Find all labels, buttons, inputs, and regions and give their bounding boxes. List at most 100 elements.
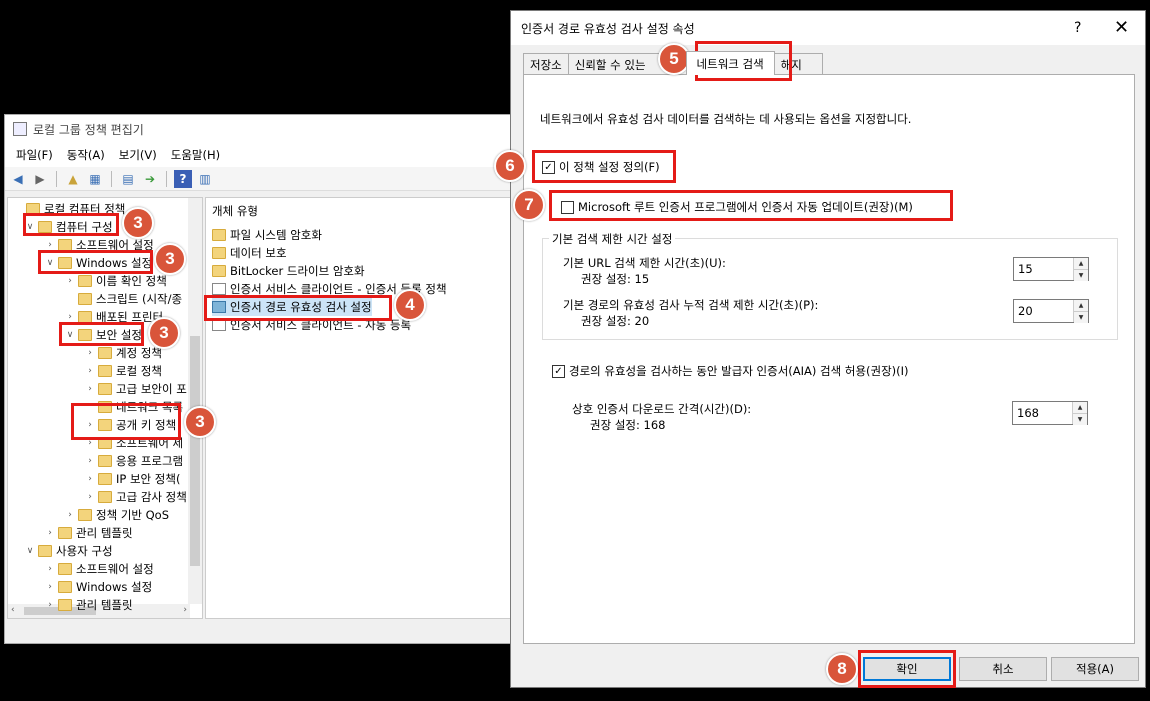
expand-right-icon[interactable]: › (44, 240, 56, 250)
tree-item[interactable]: › 공개 키 정책 (84, 416, 176, 434)
tree-item[interactable]: › 계정 정책 (84, 344, 162, 362)
checkbox-box[interactable]: ✓ (552, 364, 565, 378)
spin-down-icon[interactable]: ▼ (1074, 312, 1088, 323)
expand-right-icon[interactable]: › (84, 456, 96, 466)
tab-revocation[interactable]: 해지 (773, 53, 823, 75)
spin-down-icon[interactable]: ▼ (1074, 270, 1088, 281)
expand-right-icon[interactable]: › (84, 366, 96, 376)
folder-icon (212, 229, 226, 241)
folder-icon (26, 203, 40, 215)
tree-item[interactable]: 로컬 컴퓨터 정책 (12, 200, 125, 218)
tree-item[interactable]: › 소프트웨어 설정 (44, 560, 154, 578)
spinner-arrows[interactable]: ▲ ▼ (1072, 402, 1087, 425)
expand-right-icon[interactable]: › (64, 510, 76, 520)
scroll-left-icon[interactable]: ‹ (11, 605, 15, 615)
expand-right-icon[interactable]: › (44, 528, 56, 538)
expand-right-icon[interactable]: › (84, 420, 96, 430)
expand-right-icon[interactable]: › (44, 582, 56, 592)
cross-cert-spinner[interactable]: 168 ▲ ▼ (1012, 401, 1088, 425)
tree-item[interactable]: ∨ Windows 설정 (44, 254, 152, 272)
tree-item[interactable]: ∨ 컴퓨터 구성 (24, 218, 113, 236)
expand-down-icon[interactable]: ∨ (44, 258, 56, 268)
list-item[interactable]: 인증서 서비스 클라이언트 - 자동 등록 (212, 316, 411, 334)
expand-down-icon[interactable]: ∨ (24, 222, 36, 232)
help-icon[interactable]: ? (174, 169, 192, 188)
spinner-arrows[interactable]: ▲ ▼ (1073, 258, 1088, 281)
tree-item-label: 공개 키 정책 (116, 418, 177, 432)
tree-item[interactable]: › 고급 감사 정책 (84, 488, 187, 506)
path-timeout-value[interactable]: 20 (1014, 300, 1073, 322)
expand-right-icon[interactable]: › (84, 474, 96, 484)
export-list-icon[interactable]: ➔ (141, 170, 159, 188)
scroll-right-icon[interactable]: › (183, 605, 187, 615)
scroll-thumb[interactable] (190, 336, 200, 566)
apply-button[interactable]: 적용(A) (1051, 657, 1139, 681)
tree-item[interactable]: › 고급 보안이 포 (84, 380, 187, 398)
expand-right-icon[interactable]: › (84, 438, 96, 448)
expand-right-icon[interactable]: › (84, 348, 96, 358)
tree-item[interactable]: › 응용 프로그램 (84, 452, 183, 470)
expand-right-icon[interactable]: › (64, 312, 76, 322)
help-button[interactable]: ? (1074, 20, 1081, 36)
ms-root-update-checkbox[interactable]: Microsoft 루트 인증서 프로그램에서 인증서 자동 업데이트(권장)(… (561, 199, 913, 215)
tree-item[interactable]: › 관리 템플릿 (44, 596, 132, 614)
close-icon[interactable]: ✕ (1114, 17, 1129, 38)
forward-arrow-icon[interactable]: ▶ (31, 170, 49, 188)
ok-button[interactable]: 확인 (863, 657, 951, 681)
expand-down-icon[interactable]: ∨ (64, 330, 76, 340)
expand-right-icon[interactable]: › (44, 564, 56, 574)
cancel-button[interactable]: 취소 (959, 657, 1047, 681)
expand-right-icon[interactable]: › (44, 600, 56, 610)
spin-up-icon[interactable]: ▲ (1073, 402, 1087, 414)
define-policy-checkbox[interactable]: ✓ 이 정책 설정 정의(F) (542, 159, 660, 175)
tree-vertical-scrollbar[interactable] (188, 198, 202, 604)
menu-file[interactable]: 파일(F) (9, 147, 60, 163)
expand-right-icon[interactable]: › (84, 492, 96, 502)
properties-icon[interactable]: ▤ (119, 170, 137, 188)
step-badge: 4 (394, 289, 426, 321)
tab-network-retrieval[interactable]: 네트워크 검색 (685, 51, 775, 75)
spinner-arrows[interactable]: ▲ ▼ (1073, 300, 1088, 323)
back-arrow-icon[interactable]: ◀ (9, 170, 27, 188)
tree-item[interactable]: › 소프트웨어 제 (84, 434, 183, 452)
expand-right-icon[interactable]: › (84, 384, 96, 394)
toolbar-divider (56, 170, 57, 187)
tree-item[interactable]: 네트워크 목록 (84, 398, 183, 416)
menu-view[interactable]: 보기(V) (112, 147, 164, 163)
expand-right-icon[interactable]: › (64, 276, 76, 286)
url-timeout-spinner[interactable]: 15 ▲ ▼ (1013, 257, 1089, 281)
list-item[interactable]: 파일 시스템 암호화 (212, 226, 322, 244)
tree-item[interactable]: 스크립트 (시작/종 (64, 290, 182, 308)
menu-action[interactable]: 동작(A) (60, 147, 112, 163)
tree-item[interactable]: › 배포된 프린터 (64, 308, 163, 326)
spin-down-icon[interactable]: ▼ (1073, 414, 1087, 425)
tree-item[interactable]: › 이름 확인 정책 (64, 272, 167, 290)
list-pane[interactable]: 개체 유형 파일 시스템 암호화 데이터 보호 BitLocker 드라이브 암호화… (205, 197, 525, 619)
tree-item[interactable]: › Windows 설정 (44, 578, 152, 596)
tree-item[interactable]: ∨ 사용자 구성 (24, 542, 113, 560)
list-item[interactable]: 인증서 경로 유효성 검사 설정 (212, 298, 372, 316)
up-folder-icon[interactable]: ▲ (64, 170, 82, 188)
tree-item[interactable]: ∨ 보안 설정 (64, 326, 142, 344)
spin-up-icon[interactable]: ▲ (1074, 258, 1088, 270)
expand-down-icon[interactable]: ∨ (24, 546, 36, 556)
spin-up-icon[interactable]: ▲ (1074, 300, 1088, 312)
list-item[interactable]: 데이터 보호 (212, 244, 287, 262)
list-item[interactable]: BitLocker 드라이브 암호화 (212, 262, 365, 280)
tab-store[interactable]: 저장소 (523, 53, 569, 75)
aia-checkbox[interactable]: ✓ 경로의 유효성을 검사하는 동안 발급자 인증서(AIA) 검색 허용(권장… (552, 363, 909, 379)
cross-cert-value[interactable]: 168 (1013, 402, 1072, 424)
tree-item[interactable]: › 정책 기반 QoS (64, 506, 169, 524)
url-timeout-value[interactable]: 15 (1014, 258, 1073, 280)
tab-page: 네트워크에서 유효성 검사 데이터를 검색하는 데 사용되는 옵션을 지정합니다… (523, 74, 1135, 644)
path-timeout-spinner[interactable]: 20 ▲ ▼ (1013, 299, 1089, 323)
view-icon[interactable]: ▥ (196, 170, 214, 188)
checkbox-box[interactable]: ✓ (542, 160, 555, 174)
menu-help[interactable]: 도움말(H) (164, 147, 227, 163)
step-badge: 7 (513, 189, 545, 221)
show-tree-icon[interactable]: ▦ (86, 170, 104, 188)
tree-item[interactable]: › 관리 템플릿 (44, 524, 132, 542)
tree-item[interactable]: › 로컬 정책 (84, 362, 162, 380)
tree-item[interactable]: › IP 보안 정책( (84, 470, 180, 488)
checkbox-box[interactable] (561, 200, 574, 214)
